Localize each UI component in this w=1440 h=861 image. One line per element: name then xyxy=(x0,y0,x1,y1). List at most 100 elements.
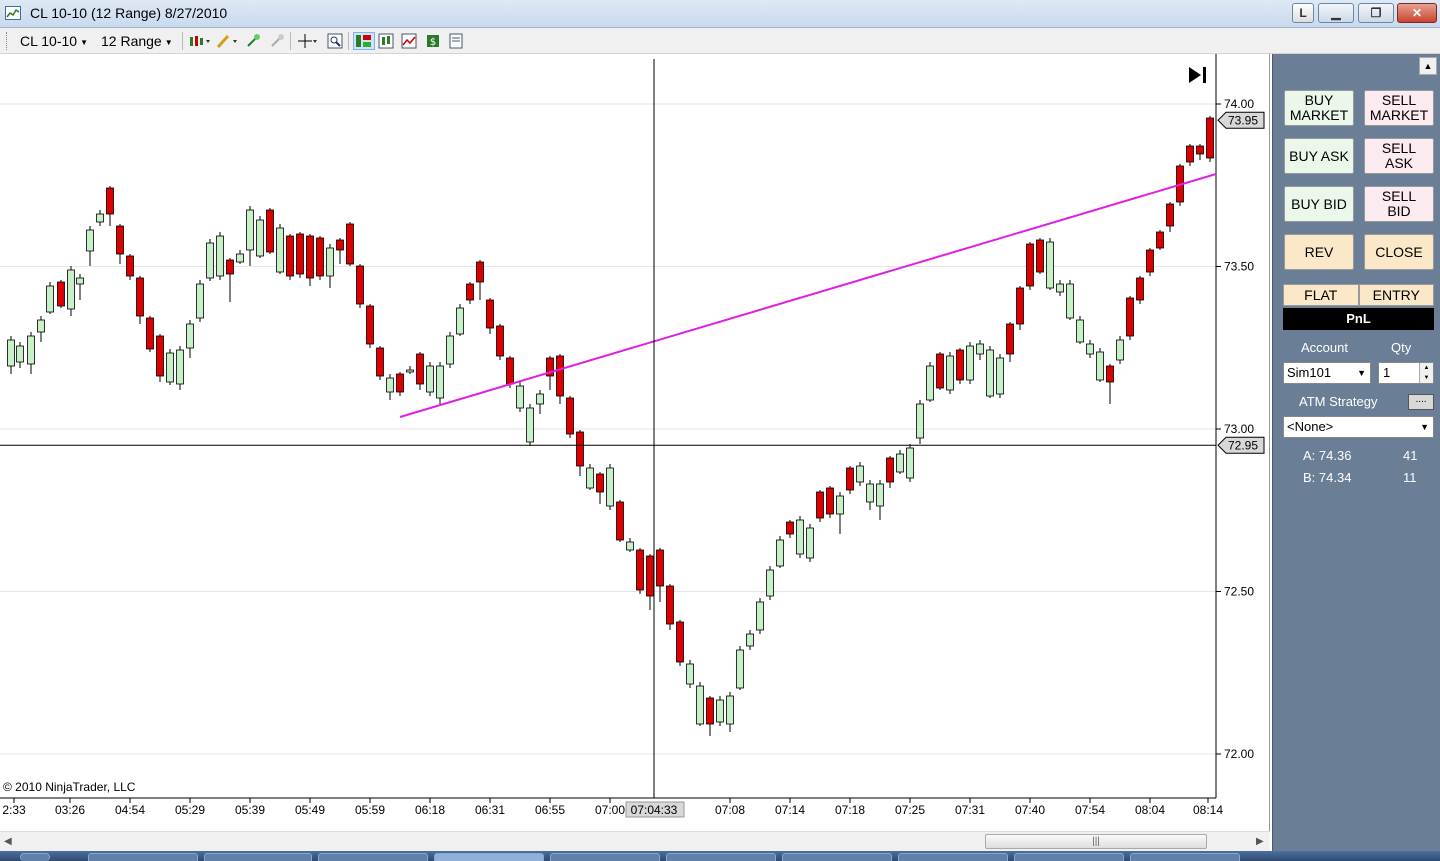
taskbar-item[interactable] xyxy=(782,853,892,861)
sell-market-button[interactable]: SELL MARKET xyxy=(1364,90,1434,126)
chart-app-icon[interactable] xyxy=(5,6,21,20)
candle-down xyxy=(116,225,124,255)
toolbar-separator xyxy=(290,32,291,50)
bid-price: B: 74.34 xyxy=(1303,470,1352,485)
taskbar-item[interactable] xyxy=(434,853,544,861)
toolbar-grip[interactable] xyxy=(6,32,9,50)
account-value: Sim101 xyxy=(1287,365,1332,380)
candle-up xyxy=(836,495,844,515)
chart-trader-icon[interactable] xyxy=(353,32,375,50)
candle-down xyxy=(676,621,684,663)
time-axis-label: 08:14 xyxy=(1193,803,1223,817)
strategies-icon[interactable] xyxy=(377,32,395,50)
chart-scrollbar[interactable]: ◀ ||| ▶ xyxy=(0,831,1270,851)
qty-value: 1 xyxy=(1383,365,1391,380)
chevron-down-icon: ▼ xyxy=(80,37,88,47)
restore-button[interactable]: ❐ xyxy=(1358,3,1394,23)
candle-down xyxy=(366,305,374,345)
dollar-icon[interactable]: $ xyxy=(424,32,442,50)
candle-up xyxy=(27,335,35,365)
trendline xyxy=(399,173,1217,418)
candle-down xyxy=(1166,203,1174,227)
candle-up xyxy=(716,699,724,723)
crosshair-time-label: 07:04:33 xyxy=(631,803,678,817)
data-box-icon[interactable] xyxy=(326,32,344,50)
instrument-label: CL 10-10 xyxy=(20,33,78,49)
minimize-button[interactable]: ▁ xyxy=(1318,3,1354,23)
candle-up xyxy=(236,253,244,263)
candle-up xyxy=(916,403,924,439)
candle-up xyxy=(1046,241,1054,289)
svg-text:$: $ xyxy=(430,37,436,48)
quantity-stepper[interactable]: 1 ▲ ▼ xyxy=(1378,362,1434,384)
time-axis-label: 07:08 xyxy=(715,803,745,817)
taskbar-item[interactable] xyxy=(666,853,776,861)
link-button[interactable]: L xyxy=(1292,3,1314,23)
candle-down xyxy=(1196,145,1204,155)
candle-down xyxy=(1026,243,1034,287)
taskbar-item[interactable] xyxy=(204,853,312,861)
candle-down xyxy=(476,261,484,283)
bid-row: B: 74.34 11 xyxy=(1303,470,1417,485)
reverse-button[interactable]: REV xyxy=(1284,234,1354,270)
properties-icon[interactable] xyxy=(447,32,465,50)
time-axis-label: 04:54 xyxy=(115,803,145,817)
atm-strategy-edit-button[interactable]: .... xyxy=(1408,394,1434,410)
scroll-thumb[interactable]: ||| xyxy=(985,834,1207,849)
candle-up xyxy=(446,335,454,365)
instrument-dropdown[interactable]: CL 10-10 ▼ xyxy=(20,33,88,49)
toolbar-separator xyxy=(348,32,349,50)
taskbar-item[interactable] xyxy=(550,853,660,861)
scroll-left-icon[interactable]: ◀ xyxy=(4,836,12,847)
zoom-in-icon[interactable] xyxy=(244,32,262,50)
time-axis-label: 07:54 xyxy=(1075,803,1105,817)
account-select[interactable]: Sim101 ▼ xyxy=(1283,362,1371,384)
candle-up xyxy=(456,307,464,335)
ask-size: 41 xyxy=(1403,448,1418,463)
close-window-button[interactable]: ✕ xyxy=(1397,3,1437,23)
candle-down xyxy=(1186,145,1194,163)
candle-down xyxy=(596,473,604,493)
zoom-out-icon[interactable] xyxy=(268,32,286,50)
candle-up xyxy=(37,319,45,333)
price-chart[interactable]: 74.00 73.50 73.00 72.50 72.00 73.95 72.95 2:33 0… xyxy=(0,54,1270,831)
crosshair-icon[interactable] xyxy=(296,32,320,50)
drawing-pencil-icon[interactable] xyxy=(214,32,240,50)
time-axis-label: 05:29 xyxy=(175,803,205,817)
buy-bid-button[interactable]: BUY BID xyxy=(1284,186,1354,222)
indicators-icon[interactable] xyxy=(400,32,418,50)
skip-to-end-icon[interactable] xyxy=(1186,64,1210,86)
sell-ask-button[interactable]: SELL ASK xyxy=(1364,138,1434,174)
candle-up xyxy=(626,541,634,551)
start-button[interactable] xyxy=(20,853,50,861)
close-position-button[interactable]: CLOSE xyxy=(1364,234,1434,270)
candle-down xyxy=(1006,323,1014,355)
candle-down xyxy=(956,349,964,381)
copyright-notice: © 2010 NinjaTrader, LLC xyxy=(3,780,136,794)
taskbar-item[interactable] xyxy=(88,853,198,861)
price-axis-label: 73.50 xyxy=(1224,260,1254,274)
ask-row: A: 74.36 41 xyxy=(1303,448,1417,463)
title-bar: CL 10-10 (12 Range) 8/27/2010 L ▁ ❐ ✕ xyxy=(0,0,1440,28)
candle-up xyxy=(1056,283,1064,293)
buy-ask-button[interactable]: BUY ASK xyxy=(1284,138,1354,174)
candle-up xyxy=(876,483,884,507)
candle-up xyxy=(766,569,774,597)
scroll-right-icon[interactable]: ▶ xyxy=(1256,836,1264,847)
panel-collapse-icon[interactable]: ▲ xyxy=(1419,57,1437,75)
taskbar-item[interactable] xyxy=(898,853,1008,861)
atm-strategy-select[interactable]: <None> ▼ xyxy=(1283,416,1434,438)
taskbar-item[interactable] xyxy=(1014,853,1124,861)
bar-type-icon[interactable] xyxy=(188,32,212,50)
sell-bid-button[interactable]: SELL BID xyxy=(1364,186,1434,222)
chart-canvas[interactable]: 74.00 73.50 73.00 72.50 72.00 73.95 72.95 2:33 0… xyxy=(0,54,1270,831)
candle-up xyxy=(196,283,204,319)
taskbar-item[interactable] xyxy=(318,853,428,861)
candle-up xyxy=(856,465,864,483)
taskbar-item[interactable] xyxy=(1130,853,1240,861)
spin-arrows-icon[interactable]: ▲ ▼ xyxy=(1419,363,1433,383)
period-dropdown[interactable]: 12 Range ▼ xyxy=(101,33,173,49)
candle-down xyxy=(576,431,584,467)
buy-market-button[interactable]: BUY MARKET xyxy=(1284,90,1354,126)
candle-down xyxy=(266,209,274,253)
